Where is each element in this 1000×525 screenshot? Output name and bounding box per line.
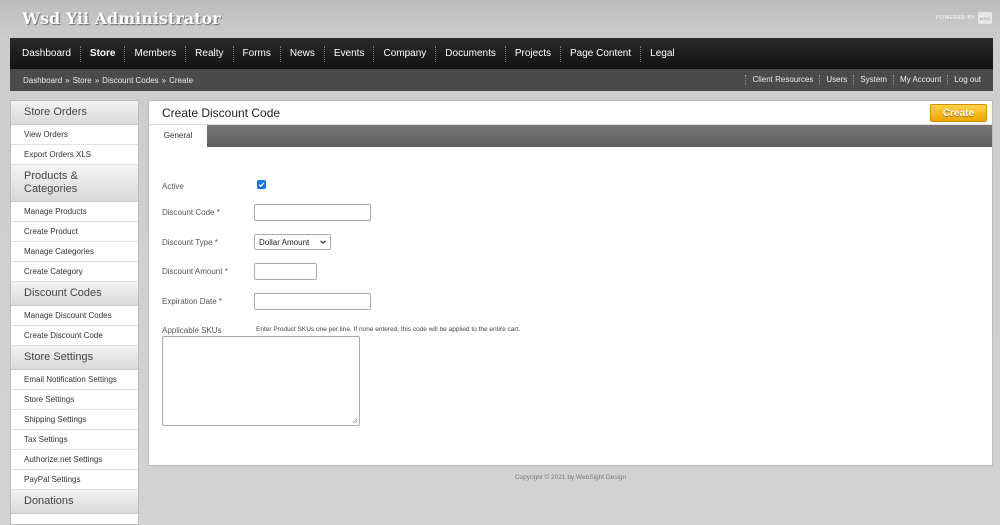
sidebar-item-paypal-settings[interactable]: PayPal Settings [11, 470, 138, 490]
tab-bar: General [149, 125, 992, 147]
breadcrumb-separator: » [94, 75, 100, 85]
check-icon [258, 182, 265, 188]
resize-handle-icon[interactable] [351, 417, 358, 424]
sidebar-section-title: Donations [11, 490, 138, 514]
discount-amount-input[interactable] [254, 263, 317, 280]
breadcrumb-store[interactable]: Store [73, 76, 92, 85]
active-label: Active [162, 182, 184, 191]
breadcrumb-dashboard[interactable]: Dashboard [23, 76, 62, 85]
breadcrumb-discount-codes[interactable]: Discount Codes [102, 76, 158, 85]
nav-item-dashboard[interactable]: Dashboard [13, 45, 81, 62]
discount-code-input[interactable] [254, 204, 371, 221]
breadcrumb-current: Create [169, 75, 194, 85]
sidebar-item-email-notification-settings[interactable]: Email Notification Settings [11, 370, 138, 390]
nav-item-news[interactable]: News [281, 45, 325, 62]
util-system[interactable]: System [854, 75, 894, 85]
util-users[interactable]: Users [820, 75, 855, 85]
create-button[interactable]: Create [930, 104, 987, 122]
nav-item-events[interactable]: Events [325, 45, 375, 62]
breadcrumb-separator: » [65, 75, 70, 85]
sidebar-item-view-orders[interactable]: View Orders [11, 125, 138, 145]
sidebar-item-store-settings[interactable]: Store Settings [11, 390, 138, 410]
sidebar-item-authorize-net-settings[interactable]: Authorize.net Settings [11, 450, 138, 470]
util-log-out[interactable]: Log out [948, 75, 987, 85]
sidebar-item-create-category[interactable]: Create Category [11, 262, 138, 282]
applicable-skus-textarea[interactable] [162, 336, 360, 426]
nav-item-members[interactable]: Members [125, 45, 187, 62]
discount-amount-label: Discount Amount * [162, 267, 228, 276]
discount-type-label: Discount Type * [162, 238, 218, 247]
sidebar-item-shipping-settings[interactable]: Shipping Settings [11, 410, 138, 430]
app-title: Wsd Yii Administrator [22, 9, 221, 28]
nav-item-forms[interactable]: Forms [234, 45, 281, 62]
nav-item-projects[interactable]: Projects [506, 45, 561, 62]
expiration-date-input[interactable] [254, 293, 371, 310]
sidebar-section-title: Store Settings [11, 346, 138, 370]
sidebar-item-manage-categories[interactable]: Manage Categories [11, 242, 138, 262]
footer-copyright: Copyright © 2021 by WebSight Design [514, 474, 627, 481]
powered-by-logo: WSD [978, 12, 992, 24]
sidebar-item-manage-discount-codes[interactable]: Manage Discount Codes [11, 306, 138, 326]
sidebar-item-export-orders[interactable]: Export Orders XLS [11, 145, 138, 165]
content-panel: Create Discount Code Create General Acti… [148, 100, 993, 466]
nav-item-documents[interactable]: Documents [436, 45, 506, 62]
sidebar: Store Orders View Orders Export Orders X… [10, 100, 139, 525]
powered-by-label: POWERED BY [936, 15, 975, 21]
util-my-account[interactable]: My Account [894, 75, 949, 85]
tab-general[interactable]: General [149, 125, 207, 147]
applicable-skus-label: Applicable SKUs [162, 326, 222, 335]
main-nav: Dashboard Store Members Realty Forms New… [10, 38, 993, 69]
sidebar-item-tax-settings[interactable]: Tax Settings [11, 430, 138, 450]
active-checkbox[interactable] [257, 180, 266, 189]
page-title: Create Discount Code [162, 106, 281, 120]
breadcrumb: Dashboard » Store » Discount Codes » Cre… [10, 76, 193, 85]
sidebar-section-title: Store Orders [11, 101, 138, 125]
discount-type-select[interactable]: Dollar Amount [254, 234, 331, 250]
nav-item-store[interactable]: Store [81, 45, 126, 62]
breadcrumb-separator: » [161, 75, 167, 85]
nav-item-page-content[interactable]: Page Content [561, 45, 642, 62]
utility-nav: Client Resources Users System My Account… [745, 75, 993, 85]
discount-code-label: Discount Code * [162, 208, 220, 217]
sidebar-section-title: Products & Categories [11, 165, 138, 202]
app-header: Wsd Yii Administrator POWERED BY WSD [0, 0, 1000, 38]
sidebar-item-create-discount-code[interactable]: Create Discount Code [11, 326, 138, 346]
chevron-down-icon [320, 240, 326, 245]
nav-item-legal[interactable]: Legal [641, 46, 683, 62]
discount-type-value: Dollar Amount [259, 237, 310, 247]
sidebar-section-title: Discount Codes [11, 282, 138, 306]
expiration-date-label: Expiration Date * [162, 297, 223, 306]
nav-item-company[interactable]: Company [374, 45, 437, 62]
sidebar-item-manage-products[interactable]: Manage Products [11, 202, 138, 222]
powered-by: POWERED BY WSD [936, 12, 992, 24]
sidebar-item-create-product[interactable]: Create Product [11, 222, 138, 242]
applicable-skus-hint: Enter Product SKUs one per line. If none… [256, 326, 521, 333]
panel-header: Create Discount Code Create [149, 101, 992, 125]
nav-item-realty[interactable]: Realty [186, 45, 234, 62]
util-client-resources[interactable]: Client Resources [745, 75, 821, 85]
sub-bar: Dashboard » Store » Discount Codes » Cre… [10, 69, 993, 91]
